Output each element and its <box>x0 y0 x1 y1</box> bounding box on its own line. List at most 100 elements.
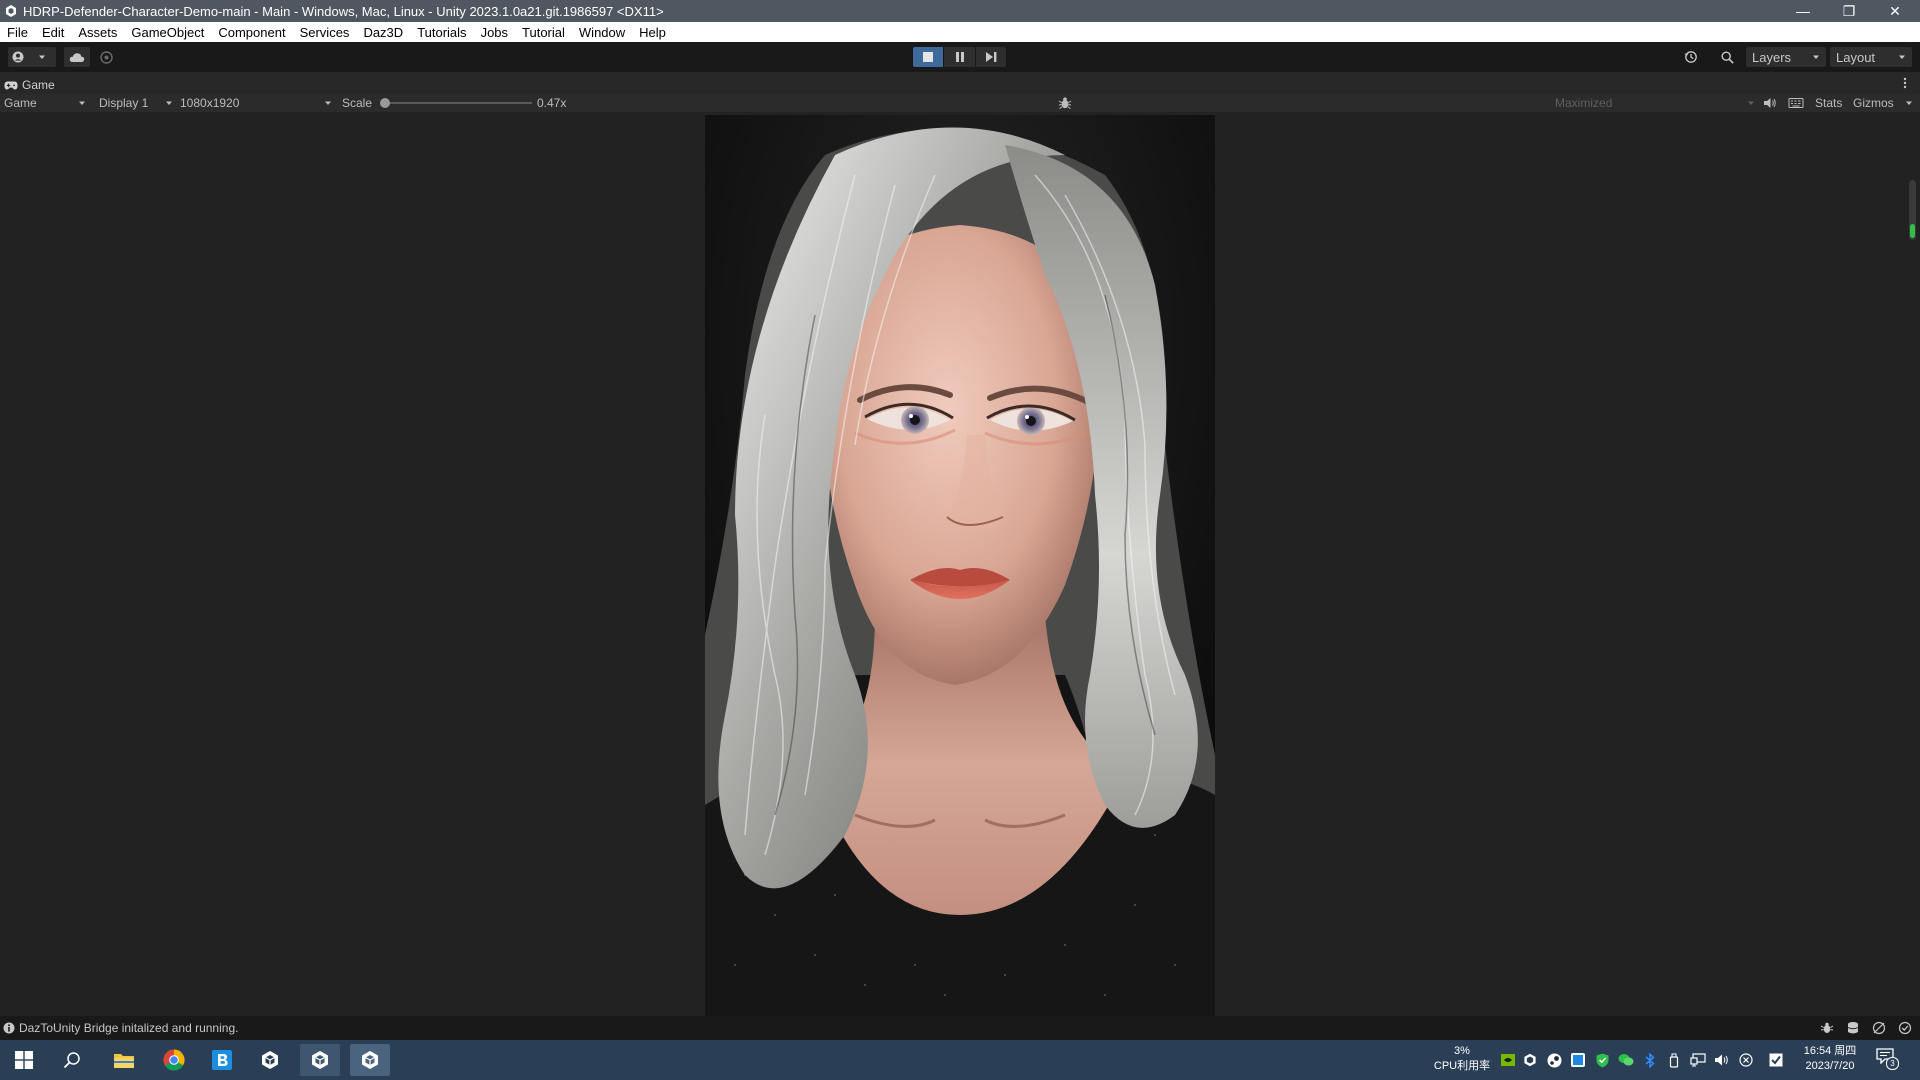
start-button[interactable] <box>0 1040 48 1080</box>
menu-window[interactable]: Window <box>572 25 632 40</box>
cpu-percent: 3% <box>1454 1045 1470 1057</box>
status-check-button[interactable] <box>1898 1021 1912 1035</box>
nvidia-icon <box>1501 1054 1515 1066</box>
stats-button[interactable]: Stats <box>1815 94 1842 112</box>
unity-icon <box>1524 1053 1536 1067</box>
gizmos-dropdown[interactable]: Gizmos <box>1853 94 1913 112</box>
history-icon <box>1684 51 1697 63</box>
menu-edit[interactable]: Edit <box>35 25 71 40</box>
display-dropdown[interactable]: Display 1 <box>99 94 173 112</box>
viewport-scrollbar[interactable] <box>1909 180 1916 240</box>
taskbar-file-explorer[interactable] <box>100 1040 148 1080</box>
minimize-icon: — <box>1796 3 1810 19</box>
display-value: Display 1 <box>99 96 149 110</box>
game-view-controls: Game Display 1 1080x1920 Scale 0.47x Max… <box>0 94 1920 112</box>
status-progress-button[interactable] <box>1872 1021 1886 1035</box>
notification-button[interactable]: 3 <box>1876 1048 1902 1072</box>
unity-icon <box>262 1051 278 1069</box>
restore-button[interactable]: ❐ <box>1826 0 1872 22</box>
main-toolbar: Layers Layout <box>0 42 1920 72</box>
maximized-dropdown[interactable]: Maximized <box>1555 94 1755 112</box>
account-icon <box>12 51 24 63</box>
tray-bluetooth[interactable] <box>1640 1050 1660 1070</box>
layers-dropdown[interactable]: Layers <box>1746 47 1826 67</box>
cloud-button[interactable] <box>64 47 90 67</box>
steam-icon <box>1547 1053 1561 1067</box>
taskbar-app-b[interactable] <box>198 1040 246 1080</box>
viewport-scrollbar-thumb[interactable] <box>1910 224 1915 238</box>
menu-jobs[interactable]: Jobs <box>474 25 515 40</box>
layers-label: Layers <box>1752 49 1792 65</box>
bug-icon <box>1058 97 1072 109</box>
tray-nvidia[interactable] <box>1498 1050 1518 1070</box>
search-button[interactable] <box>1714 47 1740 67</box>
taskbar-unity-hub[interactable] <box>246 1040 294 1080</box>
cpu-monitor[interactable]: 3% CPU利用率 <box>1430 1044 1494 1076</box>
game-tab-row: Game <box>0 72 1920 94</box>
undo-history-button[interactable] <box>1678 47 1704 67</box>
game-mode-value: Game <box>4 96 37 110</box>
close-button[interactable]: ✕ <box>1872 0 1918 22</box>
tray-network[interactable] <box>1688 1050 1708 1070</box>
shortcuts-button[interactable] <box>1788 96 1804 110</box>
pause-button[interactable] <box>944 47 975 67</box>
minimize-button[interactable]: — <box>1780 0 1826 22</box>
status-message[interactable]: DazToUnity Bridge initalized and running… <box>19 1021 238 1035</box>
status-debug-button[interactable] <box>1820 1021 1834 1035</box>
step-button[interactable] <box>976 47 1006 67</box>
account-button[interactable] <box>8 47 56 67</box>
tray-ime[interactable] <box>1766 1050 1786 1070</box>
speaker-icon <box>1764 98 1776 108</box>
taskbar-unity-editor-2[interactable] <box>346 1040 394 1080</box>
pause-icon <box>955 52 964 62</box>
menu-assets[interactable]: Assets <box>71 25 124 40</box>
debug-button[interactable] <box>1058 96 1072 110</box>
menu-daz3d[interactable]: Daz3D <box>356 25 410 40</box>
tray-volume[interactable] <box>1712 1050 1732 1070</box>
tray-wechat[interactable] <box>1616 1050 1636 1070</box>
speaker-icon <box>1715 1054 1728 1066</box>
character-portrait <box>705 115 1215 1016</box>
menu-tutorials[interactable]: Tutorials <box>410 25 473 40</box>
taskbar-unity-editor-1[interactable] <box>296 1040 344 1080</box>
menu-bar: File Edit Assets GameObject Component Se… <box>0 22 1920 42</box>
close-icon: ✕ <box>1889 2 1901 19</box>
scale-slider-thumb[interactable] <box>380 98 390 108</box>
taskbar-chrome[interactable] <box>150 1040 198 1080</box>
play-stop-button[interactable] <box>913 47 943 67</box>
tray-security[interactable] <box>1592 1050 1612 1070</box>
game-mode-dropdown[interactable]: Game <box>4 94 86 112</box>
status-bar: DazToUnity Bridge initalized and running… <box>0 1016 1920 1040</box>
check-circle-icon <box>1898 1021 1912 1035</box>
scale-label: Scale <box>342 96 373 110</box>
layout-dropdown[interactable]: Layout <box>1830 47 1912 67</box>
tray-usb[interactable] <box>1664 1050 1684 1070</box>
chevron-down-icon <box>1899 55 1905 59</box>
menu-gameobject[interactable]: GameObject <box>124 25 211 40</box>
checkbox-icon <box>1769 1053 1783 1067</box>
unity-logo-icon <box>6 5 16 17</box>
chevron-down-icon <box>166 101 172 105</box>
resolution-dropdown[interactable]: 1080x1920 <box>180 94 332 112</box>
circle-x-icon <box>1739 1053 1753 1067</box>
network-icon <box>1690 1053 1706 1067</box>
scale-slider[interactable] <box>380 94 532 112</box>
menu-file[interactable]: File <box>0 25 35 40</box>
menu-help[interactable]: Help <box>632 25 673 40</box>
tray-status[interactable] <box>1736 1050 1756 1070</box>
tray-app-blue[interactable] <box>1568 1050 1588 1070</box>
tray-unity[interactable] <box>1520 1050 1540 1070</box>
chrome-icon <box>163 1049 185 1071</box>
menu-component[interactable]: Component <box>211 25 292 40</box>
tab-game[interactable]: Game <box>4 76 55 94</box>
menu-tutorial[interactable]: Tutorial <box>515 25 572 40</box>
tab-menu-button[interactable] <box>1898 76 1912 90</box>
collab-button[interactable] <box>96 47 116 67</box>
clock[interactable]: 16:54 周四 2023/7/20 <box>1796 1044 1864 1076</box>
taskbar-search-button[interactable] <box>48 1040 96 1080</box>
bug-icon <box>1820 1022 1834 1033</box>
tray-steam[interactable] <box>1544 1050 1564 1070</box>
status-cache-button[interactable] <box>1846 1021 1860 1035</box>
mute-audio-button[interactable] <box>1763 96 1777 110</box>
menu-services[interactable]: Services <box>293 25 357 40</box>
